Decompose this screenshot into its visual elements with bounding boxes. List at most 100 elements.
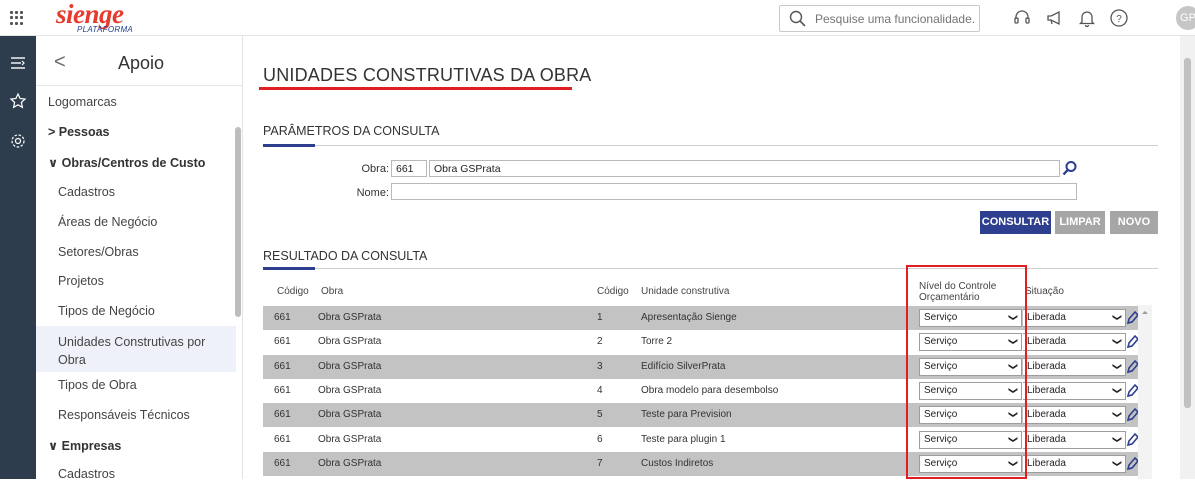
obra-name-field[interactable]: Obra GSPrata <box>429 160 1060 177</box>
help-icon[interactable]: ? <box>1109 8 1129 28</box>
cell-codigo-unidade: 1 <box>597 312 603 323</box>
cell-obra: Obra GSPrata <box>318 384 382 396</box>
edit-pencil-icon[interactable] <box>1125 383 1139 399</box>
sidebar-item[interactable]: Cadastros <box>36 185 236 199</box>
page-scrollbar[interactable] <box>1180 36 1195 479</box>
sidebar-item[interactable]: ∨ Obras/Centros de Custo <box>36 155 236 170</box>
cell-unidade: Custos Indiretos <box>641 457 714 469</box>
edit-pencil-icon[interactable] <box>1125 334 1139 350</box>
cell-codigo-unidade: 2 <box>597 336 603 348</box>
svg-text:?: ? <box>1116 14 1122 25</box>
situacao-select[interactable]: Liberada ❯ <box>1023 357 1126 376</box>
sidebar-item[interactable]: Áreas de Negócio <box>36 215 236 229</box>
cell-codigo: 661 <box>274 433 291 445</box>
cell-codigo-unidade: 7 <box>597 457 603 469</box>
nome-field[interactable] <box>391 183 1077 200</box>
params-divider <box>263 145 1158 146</box>
logo-subtext: PLATAFORMA <box>77 25 134 34</box>
params-accent <box>263 144 315 147</box>
apps-grid-icon[interactable] <box>10 11 24 25</box>
limpar-button[interactable]: LIMPAR <box>1055 211 1105 234</box>
user-avatar[interactable]: GP <box>1176 6 1195 30</box>
sidebar-item[interactable]: Setores/Obras <box>36 245 236 259</box>
cell-codigo-unidade: 4 <box>597 384 603 396</box>
situacao-value: Liberada <box>1027 384 1066 396</box>
obra-lookup-icon[interactable] <box>1062 160 1078 176</box>
cell-obra: Obra GSPrata <box>318 312 382 323</box>
situacao-value: Liberada <box>1027 457 1066 469</box>
feature-search[interactable] <box>779 5 980 32</box>
chevron-down-icon: ❯ <box>1112 362 1123 370</box>
cell-codigo: 661 <box>274 409 291 421</box>
back-chevron-icon[interactable]: < <box>54 51 66 74</box>
star-icon[interactable] <box>9 92 27 110</box>
sidebar-item[interactable]: > Pessoas <box>36 125 236 139</box>
cell-codigo-unidade: 5 <box>597 409 603 421</box>
chevron-down-icon: ❯ <box>1112 338 1123 346</box>
cell-codigo-unidade: 6 <box>597 433 603 445</box>
sidebar-title: Apoio <box>118 53 165 73</box>
params-section-title: PARÂMETROS DA CONSULTA <box>263 124 440 138</box>
cell-obra: Obra GSPrata <box>318 336 382 348</box>
situacao-select[interactable]: Liberada ❯ <box>1023 454 1126 473</box>
sidebar-item[interactable]: Tipos de Negócio <box>36 304 236 318</box>
cell-unidade: Torre 2 <box>641 336 673 348</box>
nivel-column-highlight <box>906 265 1027 479</box>
gear-icon[interactable] <box>9 132 27 150</box>
sidebar-item[interactable]: Unidades Construtivas por Obra <box>36 326 236 372</box>
situacao-select[interactable]: Liberada ❯ <box>1023 406 1126 425</box>
sidebar: < Apoio Logomarcas > Pessoas ∨ Obras/Centr… <box>36 36 243 481</box>
edit-pencil-icon[interactable] <box>1125 407 1139 423</box>
nome-label: Nome: <box>356 187 389 199</box>
table-scrollbar[interactable] <box>1138 305 1152 479</box>
situacao-select[interactable]: Liberada ❯ <box>1023 333 1126 352</box>
chevron-down-icon: ❯ <box>1112 313 1123 322</box>
edit-pencil-icon[interactable] <box>1125 432 1139 448</box>
col-header-codigo: Código <box>277 286 309 297</box>
sidebar-item[interactable]: Responsáveis Técnicos <box>36 408 236 422</box>
sidebar-header: < Apoio <box>36 36 243 86</box>
novo-button[interactable]: NOVO <box>1110 211 1158 234</box>
result-accent <box>263 267 315 270</box>
edit-pencil-icon[interactable] <box>1125 310 1139 326</box>
cell-unidade: Teste para plugin 1 <box>641 433 726 445</box>
top-bar: sienge PLATAFORMA ? GP <box>0 0 1195 36</box>
cell-obra: Obra GSPrata <box>318 360 382 372</box>
main-content: UNIDADES CONSTRUTIVAS DA OBRA PARÂMETROS… <box>243 36 1180 479</box>
sidebar-item[interactable]: Tipos de Obra <box>36 378 236 392</box>
page-scrollbar-thumb[interactable] <box>1184 58 1191 408</box>
situacao-select[interactable]: Liberada ❯ <box>1023 309 1126 327</box>
title-highlight-underline <box>259 87 572 90</box>
obra-label: Obra: <box>361 163 389 175</box>
sidebar-item[interactable]: Logomarcas <box>36 95 236 109</box>
page-title: UNIDADES CONSTRUTIVAS DA OBRA <box>263 65 592 85</box>
cell-unidade: Apresentação Sienge <box>641 312 737 323</box>
chevron-down-icon: ❯ <box>1112 459 1123 468</box>
cell-codigo: 661 <box>274 360 291 372</box>
obra-code-field[interactable]: 661 <box>391 160 427 177</box>
situacao-select[interactable]: Liberada ❯ <box>1023 430 1126 449</box>
sidebar-item[interactable]: Projetos <box>36 274 236 288</box>
consultar-button[interactable]: CONSULTAR <box>980 211 1051 234</box>
megaphone-icon[interactable] <box>1045 8 1065 28</box>
sidebar-scrollbar[interactable] <box>235 127 241 317</box>
situacao-select[interactable]: Liberada ❯ <box>1023 381 1126 400</box>
search-input[interactable] <box>815 10 975 28</box>
headset-icon[interactable] <box>1012 8 1032 28</box>
cell-codigo: 661 <box>274 336 291 348</box>
cell-unidade: Teste para Prevision <box>641 409 732 421</box>
bell-icon[interactable] <box>1077 8 1097 28</box>
left-rail <box>0 36 36 479</box>
col-header-unidade: Unidade construtiva <box>641 286 730 297</box>
edit-pencil-icon[interactable] <box>1125 456 1139 472</box>
logo-text: sienge <box>56 0 124 29</box>
situacao-value: Liberada <box>1027 360 1066 372</box>
cell-codigo: 661 <box>274 384 291 396</box>
edit-pencil-icon[interactable] <box>1125 359 1139 375</box>
menu-collapse-icon[interactable] <box>9 54 27 72</box>
cell-obra: Obra GSPrata <box>318 457 382 469</box>
sidebar-item[interactable]: ∨ Empresas <box>36 438 236 453</box>
chevron-down-icon: ❯ <box>1112 410 1123 419</box>
col-header-situacao: Situação <box>1025 286 1064 297</box>
sienge-logo[interactable]: sienge PLATAFORMA <box>56 0 133 34</box>
